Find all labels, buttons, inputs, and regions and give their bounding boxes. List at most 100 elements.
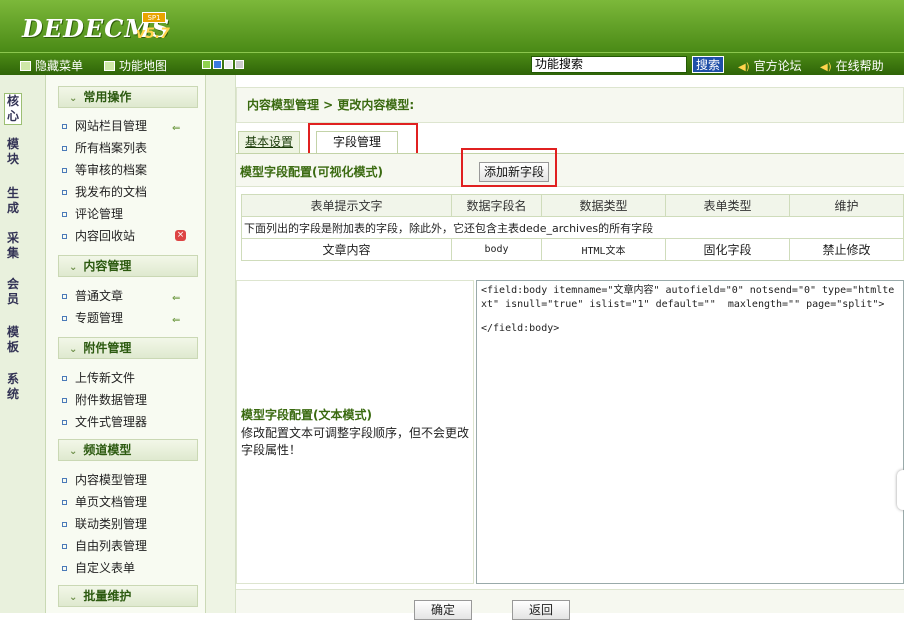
menu-item-single-pages[interactable]: 单页文档管理 <box>62 493 202 511</box>
table-note-row: 下面列出的字段是附加表的字段，除此外，它还包含主表dede_archives的所… <box>241 216 904 239</box>
category-tab-module[interactable]: 模块 <box>6 137 20 167</box>
category-tab-member[interactable]: 会员 <box>6 277 20 307</box>
cell-form-type: 固化字段 <box>665 238 790 261</box>
back-button[interactable]: 返回 <box>512 600 570 620</box>
tab-basic-settings[interactable]: 基本设置 <box>238 131 300 153</box>
category-tab-collect[interactable]: 采集 <box>6 231 20 261</box>
menu-item-custom-forms[interactable]: 自定义表单 <box>62 559 202 577</box>
bullet-icon <box>62 145 67 151</box>
bullet-icon <box>62 233 67 239</box>
speaker-icon: ◀) <box>738 62 750 73</box>
menu-group-content[interactable]: ⌄ 内容管理 <box>58 255 198 277</box>
menu-group-attachments[interactable]: ⌄ 附件管理 <box>58 337 198 359</box>
bullet-icon <box>62 167 67 173</box>
theme-swatch-green[interactable] <box>202 60 211 69</box>
theme-swatch-gray[interactable] <box>235 60 244 69</box>
forum-link[interactable]: ◀) 官方论坛 <box>738 57 802 74</box>
bullet-icon <box>62 521 67 527</box>
col-data-type: 数据类型 <box>541 194 666 217</box>
menu-group-channel-models[interactable]: ⌄ 频道模型 <box>58 439 198 461</box>
bullet-icon <box>62 499 67 505</box>
table-row: 文章内容 body HTML文本 固化字段 禁止修改 <box>241 238 904 261</box>
menu-item-all-archives[interactable]: 所有档案列表 <box>62 139 202 157</box>
menu-item-my-documents[interactable]: 我发布的文档 <box>62 183 202 201</box>
cell-type: HTML文本 <box>541 238 666 261</box>
col-form-label: 表单提示文字 <box>241 194 452 217</box>
text-mode-title: 模型字段配置(文本模式) <box>241 408 372 422</box>
menu-item-file-manager[interactable]: 文件式管理器 <box>62 413 202 431</box>
chevron-down-icon: ⌄ <box>69 93 78 104</box>
help-link[interactable]: ◀) 在线帮助 <box>820 57 884 74</box>
bullet-icon <box>62 189 67 195</box>
scroll-handle[interactable] <box>897 470 904 510</box>
bullet-icon <box>62 419 67 425</box>
category-tab-core[interactable]: 核心 <box>4 93 22 125</box>
app-header: DEDECMS SP1 v5.7 <box>0 0 904 52</box>
function-search-input[interactable]: 功能搜索 <box>531 56 687 73</box>
breadcrumb: 内容模型管理 > 更改内容模型: <box>236 87 904 123</box>
menu-item-linkage[interactable]: 联动类别管理 <box>62 515 202 533</box>
menu-item-attachment-data[interactable]: 附件数据管理 <box>62 391 202 409</box>
menu-item-comments[interactable]: 评论管理 <box>62 205 202 223</box>
cell-maintain: 禁止修改 <box>789 238 904 261</box>
form-actions: 确定 返回 <box>236 589 904 620</box>
chevron-down-icon: ⌄ <box>69 446 78 457</box>
category-tab-system[interactable]: 系统 <box>6 372 20 402</box>
category-tab-template[interactable]: 模板 <box>6 325 20 355</box>
menu-gutter <box>206 75 236 613</box>
version-label: v5.7 <box>136 26 170 42</box>
col-form-type: 表单类型 <box>665 194 790 217</box>
visual-config-title: 模型字段配置(可视化模式) <box>240 165 383 179</box>
highlight-box <box>461 148 557 187</box>
confirm-button[interactable]: 确定 <box>414 600 472 620</box>
theme-swatches <box>202 60 244 69</box>
chevron-down-icon: ⌄ <box>69 344 78 355</box>
delete-icon[interactable]: × <box>175 230 186 241</box>
menu-item-pending-archives[interactable]: 等审核的档案 <box>62 161 202 179</box>
menu-item-article[interactable]: 普通文章 ⇐ <box>62 287 202 305</box>
search-button[interactable]: 搜索 <box>692 56 724 73</box>
site-map-icon <box>104 60 115 71</box>
theme-swatch-blue[interactable] <box>213 60 222 69</box>
bullet-icon <box>62 211 67 217</box>
menu-group-common[interactable]: ⌄ 常用操作 <box>58 86 198 108</box>
table-header-row: 表单提示文字 数据字段名 数据类型 表单类型 维护 <box>241 194 904 217</box>
menu-item-content-models[interactable]: 内容模型管理 <box>62 471 202 489</box>
bullet-icon <box>62 293 67 299</box>
add-icon[interactable]: ⇐ <box>172 120 182 134</box>
cell-label: 文章内容 <box>241 238 452 261</box>
menu-item-free-lists[interactable]: 自由列表管理 <box>62 537 202 555</box>
forum-label: 官方论坛 <box>753 59 802 73</box>
chevron-down-icon: ⌄ <box>69 592 78 603</box>
bullet-icon <box>62 123 67 129</box>
text-mode-description: 修改配置文本可调整字段顺序，但不会更改字段属性！ <box>241 426 470 457</box>
menu-item-recycle-bin[interactable]: 内容回收站 × <box>62 227 202 245</box>
cell-field: body <box>451 238 542 261</box>
menu-group-batch[interactable]: ⌄ 批量维护 <box>58 585 198 607</box>
add-icon[interactable]: ⇐ <box>172 312 182 326</box>
col-field-name: 数据字段名 <box>451 194 542 217</box>
version-badge: SP1 <box>142 12 166 23</box>
site-map-link[interactable]: 功能地图 <box>104 57 167 74</box>
sidebar-menu: ⌄ 常用操作 网站栏目管理 ⇐ 所有档案列表 等审核的档案 我发布的文档 评论管理 … <box>46 75 206 613</box>
menu-item-site-columns[interactable]: 网站栏目管理 ⇐ <box>62 117 202 135</box>
main-panel: 内容模型管理 > 更改内容模型: 基本设置 字段管理 模型字段配置(可视化模式)… <box>236 75 904 620</box>
category-tab-generate[interactable]: 生成 <box>6 186 20 216</box>
bullet-icon <box>62 397 67 403</box>
hide-menu-icon <box>20 60 31 71</box>
text-mode-info: 模型字段配置(文本模式) 修改配置文本可调整字段顺序，但不会更改字段属性！ <box>236 280 474 584</box>
fields-table: 表单提示文字 数据字段名 数据类型 表单类型 维护 下面列出的字段是附加表的字段… <box>241 194 904 261</box>
category-tabs: 核心 模块 生成 采集 会员 模板 系统 <box>0 75 46 613</box>
theme-swatch-light[interactable] <box>224 60 233 69</box>
bullet-icon <box>62 375 67 381</box>
visual-config-header: 模型字段配置(可视化模式) 添加新字段 <box>236 154 904 187</box>
speaker-icon: ◀) <box>820 62 832 73</box>
add-icon[interactable]: ⇐ <box>172 290 182 304</box>
field-config-textarea[interactable]: <field:body itemname="文章内容" autofield="0… <box>476 280 904 584</box>
menu-item-upload[interactable]: 上传新文件 <box>62 369 202 387</box>
code-end: </field:body> <box>481 323 560 334</box>
hide-menu-link[interactable]: 隐藏菜单 <box>20 57 83 74</box>
menu-item-special[interactable]: 专题管理 ⇐ <box>62 309 202 327</box>
col-maintain: 维护 <box>789 194 904 217</box>
top-toolbar: 隐藏菜单 功能地图 功能搜索 搜索 ◀) 官方论坛 ◀) 在线帮助 <box>0 52 904 75</box>
